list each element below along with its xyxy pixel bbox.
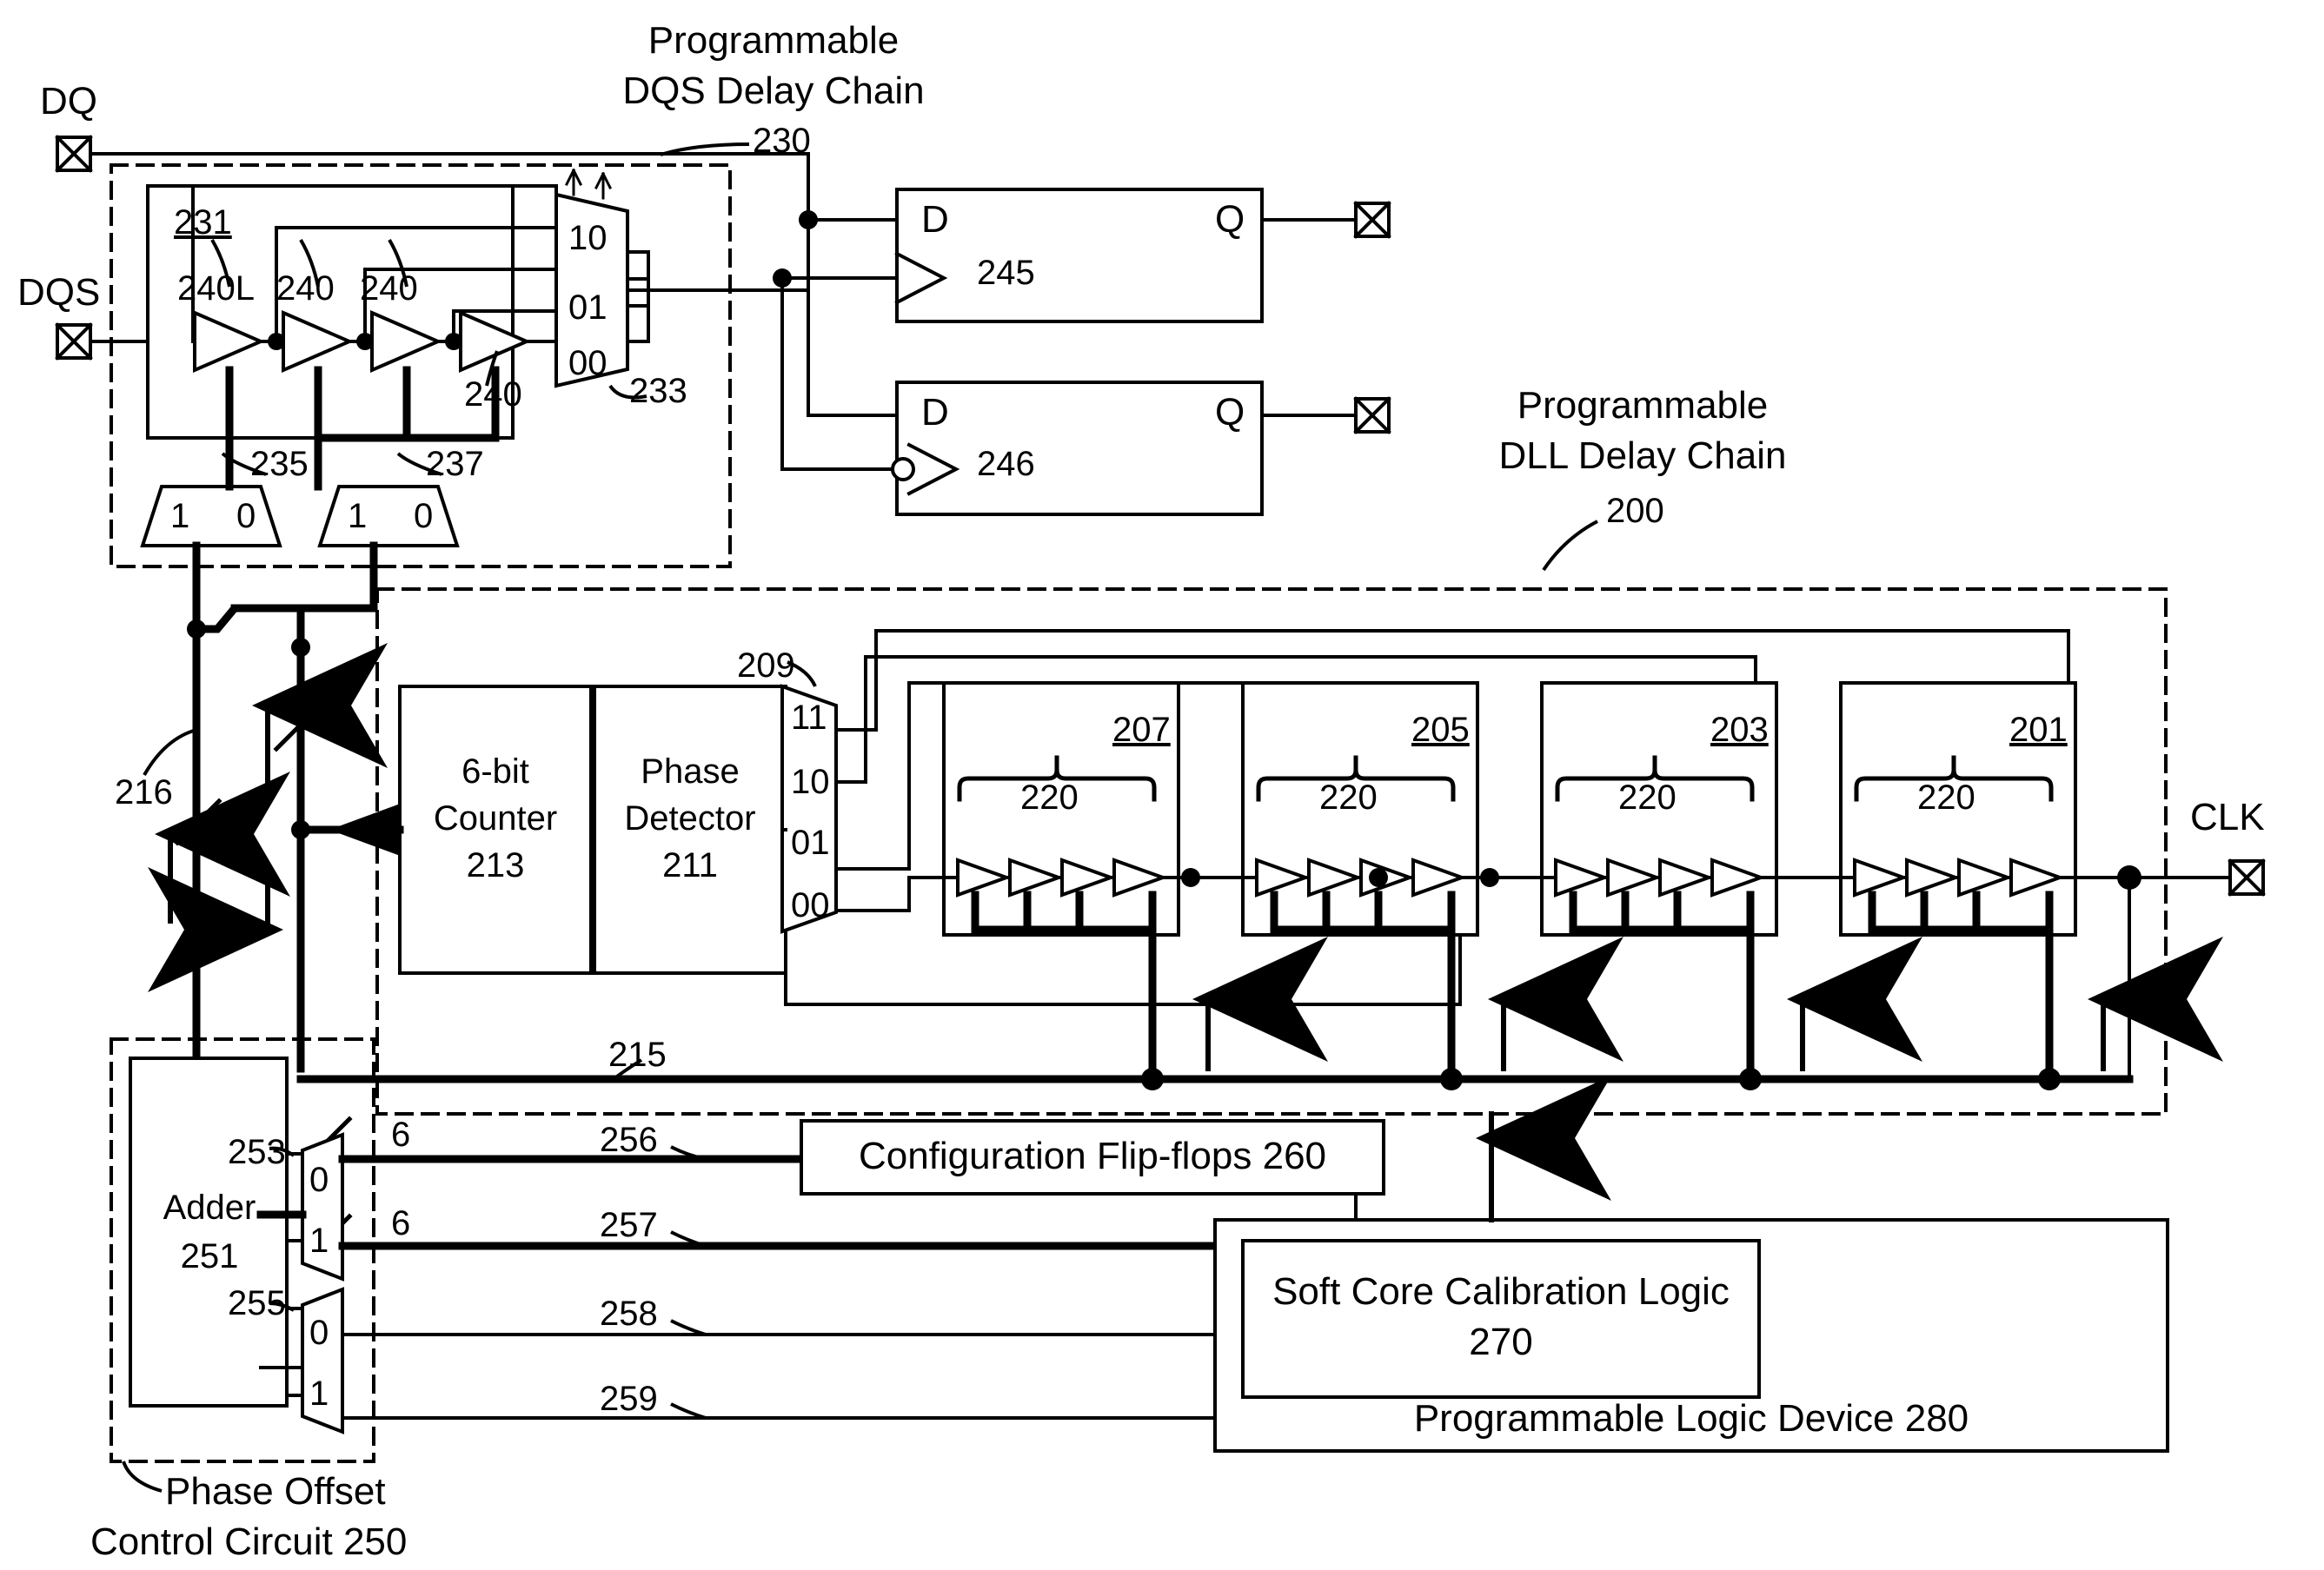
mux-237-ref: 237 [426,445,484,483]
detector-211-line2: Detector [624,799,756,838]
bus-237-down [230,604,305,1073]
delay-cell-ref-207: 207 [1112,711,1171,749]
buffer-label-240-b: 240 [360,269,418,308]
callout-dll-chain-line1: Programmable [1517,384,1769,427]
ff-246-q-label: Q [1215,391,1245,434]
mux-253-label-0: 0 [309,1161,329,1199]
adder-251-ref: 251 [180,1237,239,1275]
buffer-label-240-c: 240 [464,375,522,414]
detector-211-line1: Phase [641,752,740,791]
bus-label-215: 215 [608,1036,667,1074]
phase-offset-line1: Phase Offset [165,1470,386,1513]
ff-245 [807,188,1391,323]
ff-245-ref: 245 [977,254,1035,292]
signal-label-256: 256 [600,1121,658,1159]
mux-255-label-0: 0 [309,1314,329,1352]
ff-245-q-label: Q [1215,198,1245,241]
delay-cell-brace-201: 220 [1917,778,1975,817]
delay-cell-brace-205: 220 [1319,778,1378,817]
adder-251-line1: Adder [163,1189,256,1227]
bus-215-arrows [1192,937,2223,1071]
mux-235-ref: 235 [250,445,309,483]
port-label-dqs: DQS [17,271,101,314]
counter-213-ref: 213 [466,846,525,884]
callout-dqs-chain-ref: 230 [753,122,811,160]
callout-dqs-chain-line2: DQS Delay Chain [622,70,925,112]
mux-209-ref: 209 [737,646,795,685]
pld-label: Programmable Logic Device 280 [1413,1397,1969,1440]
adder-251-box [129,1057,289,1408]
detector-211-ref: 211 [662,846,718,884]
mux-235-label-1: 1 [170,497,190,535]
mux-235-label-0: 0 [236,497,256,535]
soft-core-270-box [1241,1239,1761,1399]
clk-net [2117,858,2266,1081]
mux-233-label-10: 10 [568,219,608,257]
soft-core-line1: Soft Core Calibration Logic [1272,1270,1730,1313]
buffer-label-240-a: 240 [276,269,335,308]
mux-255-ref: 255 [228,1284,286,1322]
ff-246-d-label: D [921,391,949,434]
ff-245-d-label: D [921,198,949,241]
mux-235 [140,485,282,547]
delay-cell-ref-201: 201 [2009,711,2068,749]
bus-width-d: 6 [391,1204,411,1242]
delay-cell-brace-207: 220 [1020,778,1079,817]
phase-offset-line2: Control Circuit 250 [90,1520,408,1563]
signal-label-258: 258 [600,1295,658,1333]
callout-dll-chain-ref: 200 [1606,492,1664,530]
mux-237-label-1: 1 [348,497,368,535]
delay-cell-brace-203: 220 [1618,778,1677,817]
port-label-clk: CLK [2190,796,2265,838]
counter-213-line2: Counter [433,799,558,838]
dqs-inner-ref-231: 231 [174,203,232,242]
config-ff-label: Configuration Flip-flops 260 [858,1135,1327,1177]
ff-246 [780,381,1391,516]
callout-dll-chain-line2: DLL Delay Chain [1498,434,1787,477]
patent-figure: DQ DQS CLK Programmable DQS Delay Chain … [0,0,2324,1570]
port-label-dq: DQ [40,80,97,123]
mux-209-label-11: 11 [791,699,827,737]
bus-width-c: 6 [391,1116,411,1154]
signal-label-259: 259 [600,1380,658,1418]
signal-label-257: 257 [600,1206,658,1244]
mux-253-label-1: 1 [309,1222,329,1260]
mux-209-label-01: 01 [791,824,830,862]
callout-dqs-chain-line1: Programmable [647,19,900,62]
mux-209-label-10: 10 [791,763,830,801]
mux-209-label-00: 00 [791,886,830,924]
bus-label-216: 216 [115,773,173,811]
ff-clock-net [626,268,810,471]
mux-253-ref: 253 [228,1133,286,1171]
mux-237 [317,485,460,547]
mux-233-label-01: 01 [568,288,608,327]
counter-213-line1: 6-bit [461,752,529,791]
ff-246-ref: 246 [977,445,1035,483]
bus-width-b: 6 [315,686,335,725]
buffer-label-240L: 240L [177,269,255,308]
soft-core-line2: 270 [1469,1321,1533,1363]
delay-cell-ref-203: 203 [1710,711,1769,749]
diagram-canvas [55,135,2266,1463]
mux-233-ref: 233 [629,372,687,410]
mux-255-label-1: 1 [309,1375,329,1413]
bus-width-a: 6 [214,798,234,836]
mux-237-label-0: 0 [414,497,434,535]
mux-output-cross [187,604,378,639]
delay-cell-ref-205: 205 [1411,711,1470,749]
mux-233-label-00: 00 [568,344,608,382]
